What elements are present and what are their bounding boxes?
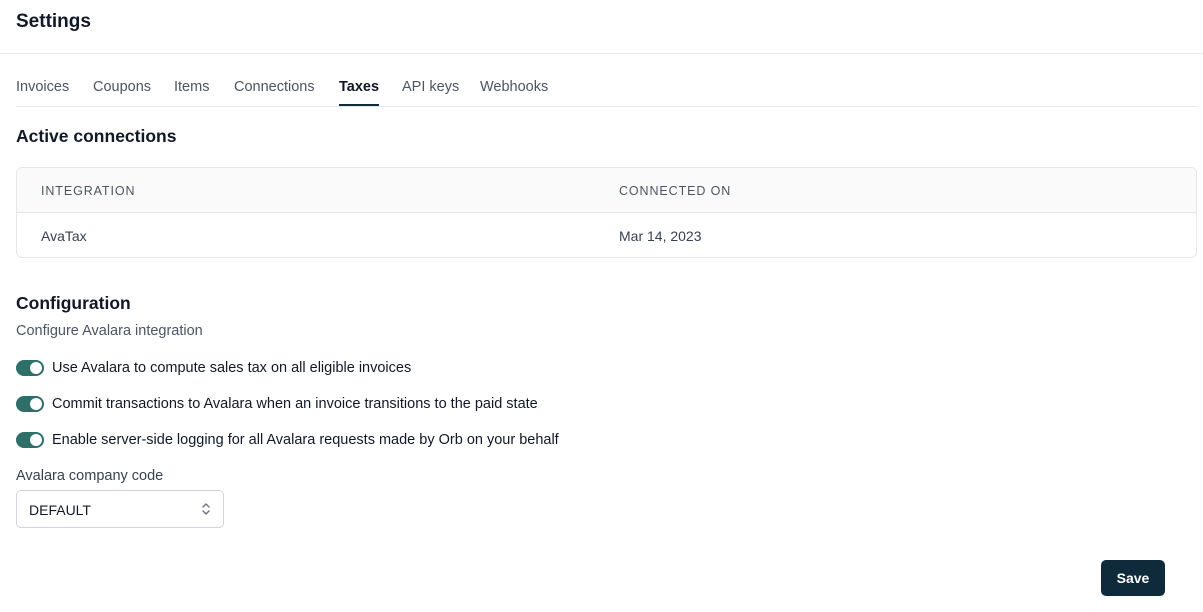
- chevron-up-down-icon: [202, 503, 210, 515]
- page-header: Settings: [0, 0, 1203, 54]
- tab-invoices[interactable]: Invoices: [16, 79, 69, 104]
- configuration-title: Configuration: [16, 293, 131, 313]
- toggle-row-server-logging: Enable server-side logging for all Avala…: [16, 430, 559, 450]
- column-header-integration: INTEGRATION: [41, 184, 136, 198]
- cell-integration: AvaTax: [41, 228, 87, 244]
- commit-transactions-toggle[interactable]: [16, 396, 44, 412]
- table-row[interactable]: AvaTax Mar 14, 2023: [17, 213, 1196, 257]
- column-header-connected-on: CONNECTED ON: [619, 184, 732, 198]
- settings-tabs: Invoices Coupons Items Connections Taxes…: [16, 54, 1197, 107]
- toggle-row-commit-transactions: Commit transactions to Avalara when an i…: [16, 394, 538, 414]
- tab-coupons[interactable]: Coupons: [93, 79, 151, 104]
- toggle-label: Enable server-side logging for all Avala…: [52, 432, 559, 448]
- company-code-select[interactable]: DEFAULT: [16, 490, 224, 528]
- toggle-label: Use Avalara to compute sales tax on all …: [52, 360, 412, 376]
- company-code-value: DEFAULT: [29, 502, 91, 518]
- toggle-label: Commit transactions to Avalara when an i…: [52, 396, 538, 412]
- tab-items[interactable]: Items: [174, 79, 209, 104]
- tab-taxes[interactable]: Taxes: [339, 79, 380, 106]
- page-title: Settings: [16, 11, 91, 32]
- save-button[interactable]: Save: [1101, 560, 1165, 596]
- table-header: INTEGRATION CONNECTED ON: [17, 168, 1196, 213]
- compute-sales-tax-toggle[interactable]: [16, 360, 44, 376]
- active-connections-title: Active connections: [16, 126, 177, 146]
- connections-table: INTEGRATION CONNECTED ON AvaTax Mar 14, …: [16, 167, 1197, 258]
- configuration-subtitle: Configure Avalara integration: [16, 323, 203, 339]
- server-logging-toggle[interactable]: [16, 432, 44, 448]
- tab-api-keys[interactable]: API keys: [402, 79, 459, 104]
- company-code-label: Avalara company code: [16, 468, 164, 484]
- cell-connected-on: Mar 14, 2023: [619, 228, 702, 244]
- tab-webhooks[interactable]: Webhooks: [480, 79, 548, 104]
- toggle-row-compute-sales-tax: Use Avalara to compute sales tax on all …: [16, 358, 411, 378]
- tab-connections[interactable]: Connections: [234, 79, 315, 104]
